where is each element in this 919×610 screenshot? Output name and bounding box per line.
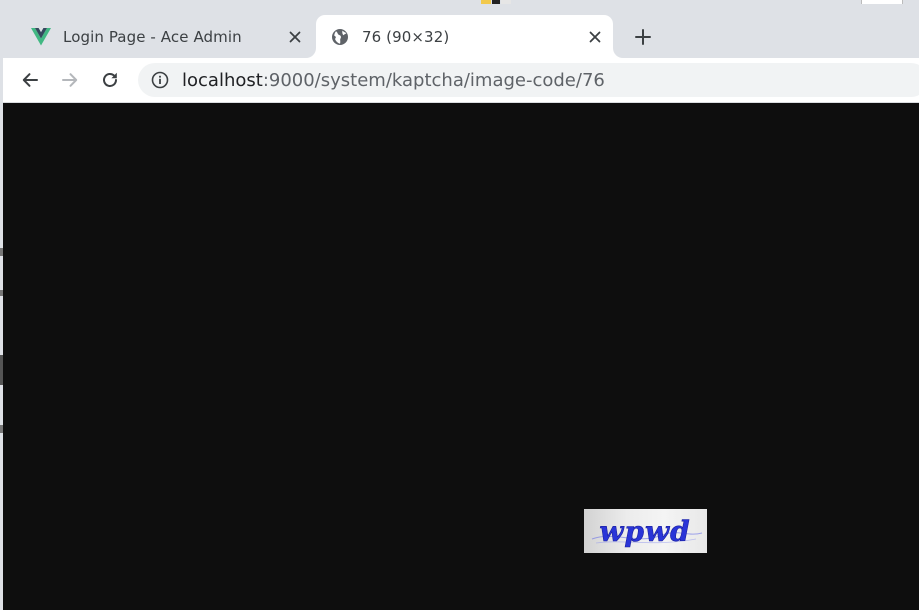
tab-title: 76 (90×32) xyxy=(362,27,450,46)
window-controls-fragment xyxy=(861,0,903,4)
forward-button[interactable] xyxy=(55,65,85,95)
close-icon[interactable] xyxy=(283,25,307,49)
captcha-image: wpwd xyxy=(584,509,707,553)
page-viewport: wpwd xyxy=(3,103,919,610)
back-button[interactable] xyxy=(15,65,45,95)
browser-toolbar: localhost:9000/system/kaptcha/image-code… xyxy=(3,58,919,103)
address-bar[interactable]: localhost:9000/system/kaptcha/image-code… xyxy=(138,63,919,97)
url-host: localhost xyxy=(182,69,263,91)
forward-arrow-icon xyxy=(62,73,78,87)
back-arrow-icon xyxy=(22,73,38,87)
new-tab-button[interactable] xyxy=(629,23,657,51)
taskbar-fragment xyxy=(481,0,521,4)
url-text[interactable]: localhost:9000/system/kaptcha/image-code… xyxy=(182,70,605,91)
globe-icon xyxy=(330,27,350,47)
tab-strip: Login Page - Ace Admin 76 (90×32) xyxy=(3,0,919,58)
url-path: :9000/system/kaptcha/image-code/76 xyxy=(262,69,605,91)
captcha-text: wpwd xyxy=(599,515,690,548)
plus-icon xyxy=(635,29,651,45)
reload-icon xyxy=(103,72,117,87)
tab-captcha-image[interactable]: 76 (90×32) xyxy=(316,15,613,58)
info-icon[interactable] xyxy=(150,70,170,90)
reload-button[interactable] xyxy=(95,65,125,95)
tab-title: Login Page - Ace Admin xyxy=(63,27,242,46)
close-icon[interactable] xyxy=(583,25,607,49)
tab-login-page[interactable]: Login Page - Ace Admin xyxy=(17,15,313,58)
vue-logo-icon xyxy=(31,27,51,47)
